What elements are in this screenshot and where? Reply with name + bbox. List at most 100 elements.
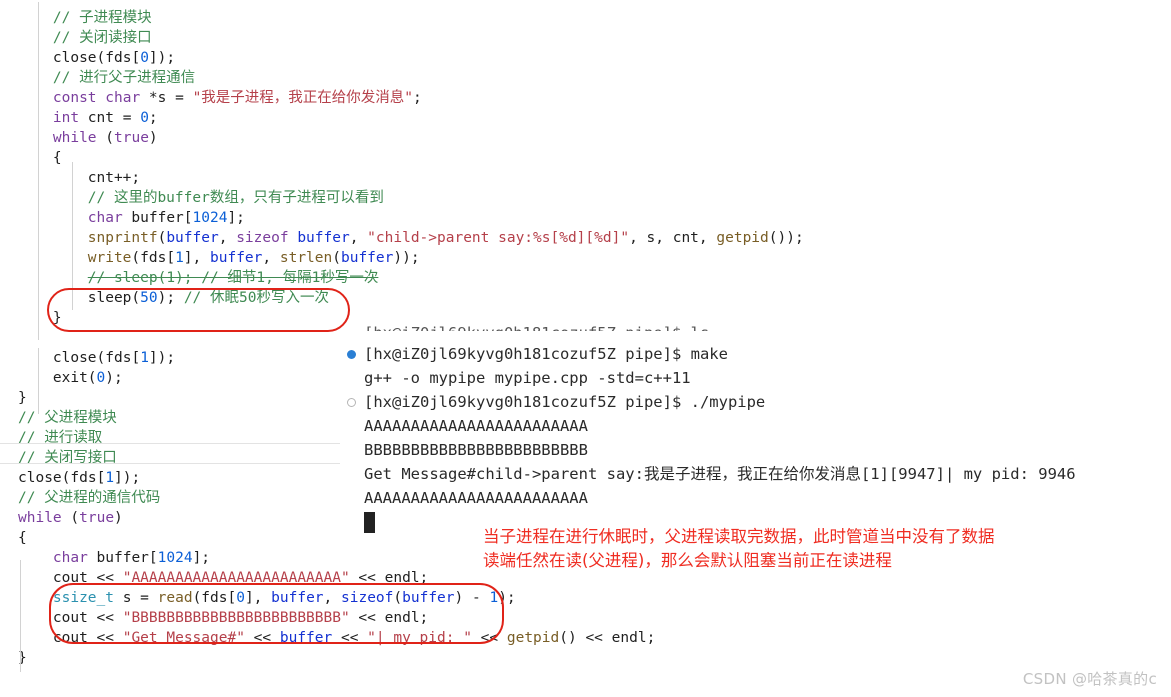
- code-token: (: [393, 590, 403, 606]
- code-token: "Get Message#": [122, 630, 245, 646]
- terminal-line-text: g++ -o mypipe mypipe.cpp -std=c++11: [364, 369, 691, 387]
- code-token: <<: [349, 570, 385, 586]
- code-token: <<: [349, 610, 385, 626]
- code-token: {: [18, 530, 27, 546]
- code-token: "| my pid: ": [367, 630, 472, 646]
- code-token: ;: [413, 90, 422, 106]
- code-token: ,: [262, 250, 280, 266]
- code-token: ],: [183, 250, 210, 266]
- code-token: <<: [87, 610, 123, 626]
- code-token: 0: [140, 110, 149, 126]
- annotation-note-line-1: 当子进程在进行休眠时，父进程读取完数据，此时管道当中没有了数据: [483, 527, 995, 546]
- code-token: close: [52, 50, 97, 66]
- code-token: char: [87, 210, 123, 226]
- code-token: buffer[: [122, 210, 193, 226]
- terminal-line-text: AAAAAAAAAAAAAAAAAAAAAAAA: [364, 417, 588, 435]
- code-line: }: [18, 388, 27, 408]
- terminal-output-pane[interactable]: [hx@iZ0jl69kyvg0h181cozuf5Z pipe]$ ls [h…: [340, 324, 1171, 545]
- code-token: endl: [384, 610, 420, 626]
- terminal-line: [hx@iZ0jl69kyvg0h181cozuf5Z pipe]$ make: [340, 342, 728, 366]
- code-line: {: [53, 148, 62, 168]
- terminal-line: Get Message#child->parent say:我是子进程，我正在给…: [340, 462, 1076, 486]
- code-line: write(fds[1], buffer, strlen(buffer));: [88, 248, 420, 268]
- annotation-note-line-2: 读端任然在读(父进程)，那么会默认阻塞当前正在读进程: [483, 551, 892, 570]
- code-token: // 子进程模块: [52, 10, 152, 26]
- indent-guide: [72, 162, 73, 310]
- terminal-line-text: BBBBBBBBBBBBBBBBBBBBBBBB: [364, 441, 588, 459]
- code-token: <<: [471, 630, 507, 646]
- code-token: (: [87, 370, 97, 386]
- code-token: close: [52, 350, 97, 366]
- code-token: ],: [244, 590, 272, 606]
- terminal-cursor: [364, 512, 375, 533]
- code-token: 1: [489, 590, 499, 606]
- editor-ruler-line: [0, 463, 352, 464]
- code-token: cout: [52, 570, 88, 586]
- code-token: ,: [323, 590, 342, 606]
- code-token: ): [148, 130, 158, 146]
- terminal-line: g++ -o mypipe mypipe.cpp -std=c++11: [340, 366, 691, 390]
- code-token: ]);: [148, 350, 176, 366]
- terminal-line: AAAAAAAAAAAAAAAAAAAAAAAA: [340, 414, 588, 438]
- csdn-watermark: CSDN @哈茶真的c: [1022, 670, 1157, 688]
- code-line: close(fds[1]);: [53, 348, 175, 368]
- code-token: );: [105, 370, 123, 386]
- code-token: ,: [218, 230, 237, 246]
- code-token: <<: [332, 630, 368, 646]
- code-token: buffer: [210, 250, 263, 266]
- code-token: ]);: [148, 50, 176, 66]
- code-line: // sleep(1); // 细节1, 每隔1秒写一次: [88, 268, 379, 288]
- code-token: cout: [52, 630, 88, 646]
- terminal-line: AAAAAAAAAAAAAAAAAAAAAAAA: [340, 486, 588, 510]
- code-token: );: [498, 590, 516, 606]
- code-line: snprintf(buffer, sizeof buffer, "child->…: [88, 228, 804, 248]
- code-token: getpid: [506, 630, 560, 646]
- code-line: close(fds[1]);: [18, 468, 140, 488]
- code-token: sizeof: [341, 590, 394, 606]
- code-token: (fds[: [61, 470, 106, 486]
- code-token: buffer: [297, 230, 350, 246]
- code-token: buffer: [279, 630, 333, 646]
- code-token: buffer: [271, 590, 324, 606]
- code-line: // 子进程模块: [53, 8, 152, 28]
- code-token: 0: [236, 590, 245, 606]
- code-line: // 父进程模块: [18, 408, 117, 428]
- code-token: write: [87, 250, 132, 266]
- code-token: ssize_t: [52, 590, 114, 606]
- code-token: (: [332, 250, 341, 266]
- code-token: s =: [113, 590, 158, 606]
- code-token: buffer: [166, 230, 219, 246]
- code-token: true: [79, 510, 115, 526]
- code-line: // 父进程的通信代码: [18, 488, 160, 508]
- code-token: getpid: [716, 230, 769, 246]
- code-line: cout << "Get Message#" << buffer << "| m…: [53, 628, 655, 648]
- code-token: (: [61, 510, 80, 526]
- code-token: snprintf: [87, 230, 158, 246]
- code-token: char: [52, 550, 88, 566]
- code-token: read: [157, 590, 193, 606]
- terminal-line: BBBBBBBBBBBBBBBBBBBBBBBB: [340, 438, 588, 462]
- code-token: <<: [87, 570, 123, 586]
- code-token: *s =: [140, 90, 193, 106]
- code-token: ());: [768, 230, 804, 246]
- code-token: "BBBBBBBBBBBBBBBBBBBBBBBB": [122, 610, 350, 626]
- code-line: // 进行读取: [18, 428, 102, 448]
- indent-guide: [38, 2, 39, 340]
- code-line: // 关闭写接口: [18, 448, 117, 468]
- terminal-line-text: Get Message#child->parent say:我是子进程，我正在给…: [364, 465, 1076, 483]
- code-token: char: [105, 90, 141, 106]
- code-token: ;: [148, 110, 158, 126]
- code-line: close(fds[0]);: [53, 48, 175, 68]
- code-token: endl: [384, 570, 420, 586]
- editor-ruler-line: [0, 443, 352, 444]
- code-token: 0: [140, 50, 149, 66]
- code-line: cout << "AAAAAAAAAAAAAAAAAAAAAAAA" << en…: [53, 568, 428, 588]
- code-token: (fds[: [96, 50, 141, 66]
- code-token: cout: [52, 610, 88, 626]
- code-token: // 父进程模块: [18, 410, 117, 426]
- code-token: 0: [96, 370, 106, 386]
- code-line: sleep(50); // 休眠50秒写入一次: [88, 288, 329, 308]
- code-token: );: [157, 290, 184, 306]
- code-token: while: [52, 130, 97, 146]
